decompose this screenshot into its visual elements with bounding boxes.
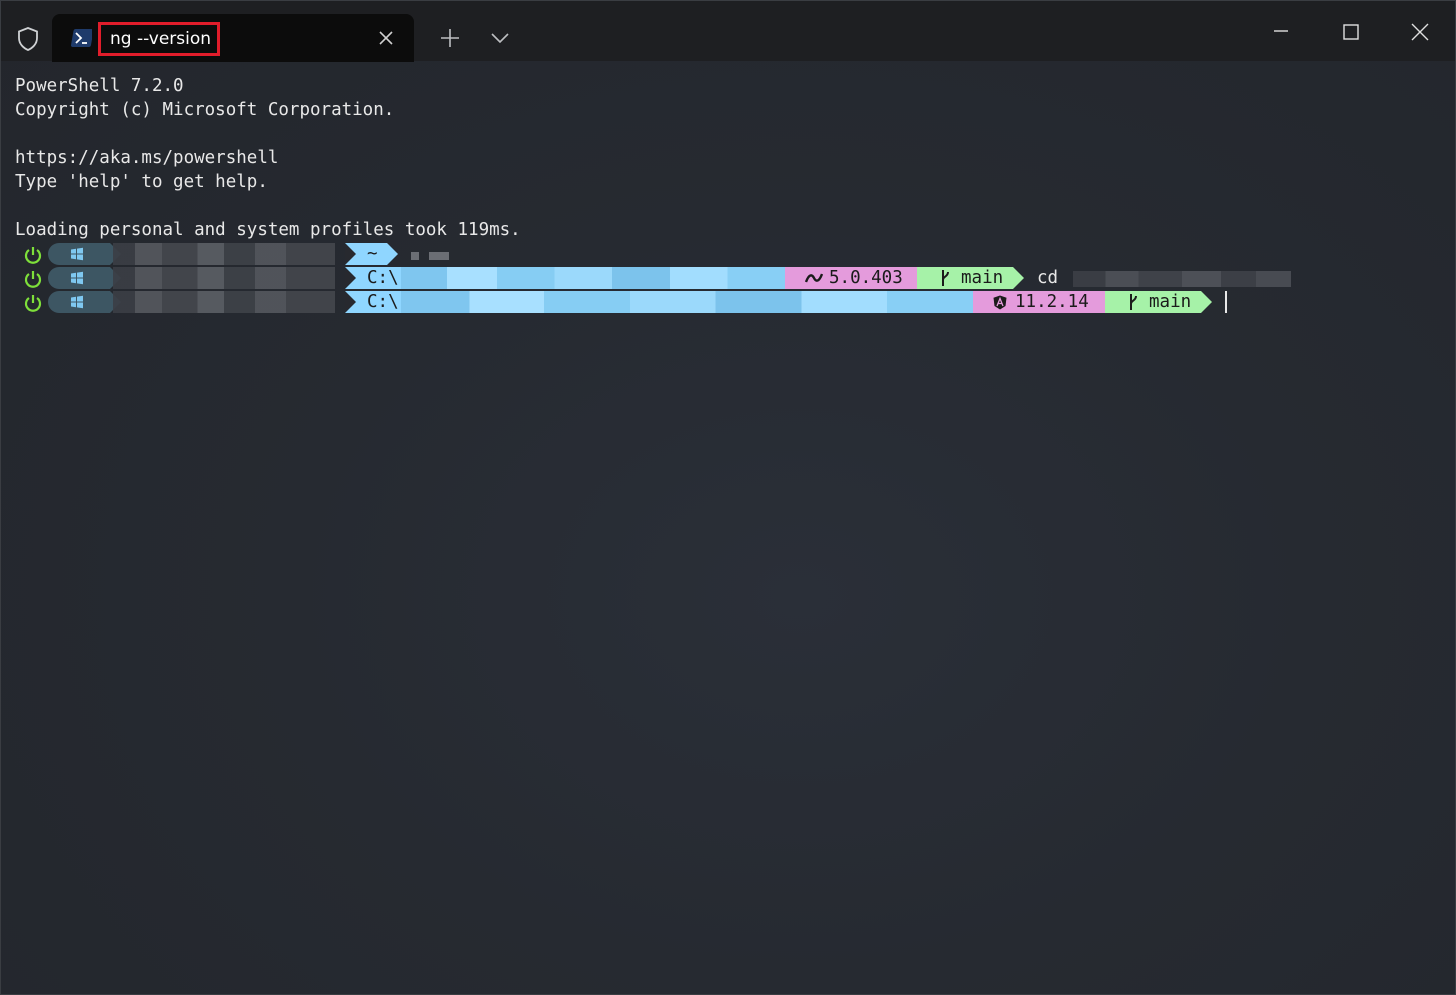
path-segment: C:\ <box>345 291 984 313</box>
git-branch-icon <box>1130 294 1137 310</box>
power-icon <box>24 247 42 264</box>
power-icon <box>24 295 42 312</box>
output-line: https://aka.ms/powershell <box>15 148 279 168</box>
path-segment: ~ <box>345 243 398 265</box>
username-redacted <box>113 243 335 265</box>
title-bar: ng --version <box>1 1 1455 62</box>
path-redacted <box>401 291 973 313</box>
maximize-icon[interactable] <box>1340 21 1362 43</box>
windows-logo-icon <box>71 271 83 285</box>
dotnet-segment: 5.0.403 <box>785 267 928 289</box>
tab-powershell[interactable]: ng --version <box>52 14 414 62</box>
dotnet-icon <box>805 273 823 283</box>
output-line: Copyright (c) Microsoft Corporation. <box>15 100 395 120</box>
command-text: cd <box>1037 268 1059 288</box>
prompt-line: C:\ 11.2.14 main <box>23 291 1323 313</box>
output-line: PowerShell 7.2.0 <box>15 76 184 96</box>
os-segment <box>48 243 121 265</box>
power-icon <box>24 271 42 288</box>
tab-title: ng --version <box>98 22 220 56</box>
terminal-window: ng --version PowerShell 7.2.0 Copyright … <box>0 0 1456 995</box>
username-redacted <box>113 267 335 289</box>
chevron-down-icon[interactable] <box>489 29 511 47</box>
powershell-icon <box>70 28 94 48</box>
os-segment <box>48 291 121 313</box>
path-segment: C:\ <box>345 267 796 289</box>
redacted-text <box>411 252 419 260</box>
windows-logo-icon <box>71 295 83 309</box>
angular-icon <box>993 295 1007 310</box>
text-cursor <box>1225 291 1227 313</box>
close-icon[interactable] <box>376 28 396 48</box>
windows-logo-icon <box>71 247 83 261</box>
prompt-line: C:\ 5.0.403 main cd <box>23 267 1323 289</box>
redacted-text <box>429 252 449 260</box>
window-close-icon[interactable] <box>1409 21 1431 43</box>
minimize-icon[interactable] <box>1269 21 1293 41</box>
plus-icon[interactable] <box>438 26 462 50</box>
output-line: Type 'help' to get help. <box>15 172 268 192</box>
angular-segment: 11.2.14 <box>973 291 1116 313</box>
os-segment <box>48 267 121 289</box>
shield-icon[interactable] <box>15 25 41 53</box>
username-redacted <box>113 291 335 313</box>
prompt-line: ~ <box>23 243 1323 265</box>
git-segment: main <box>917 267 1024 289</box>
path-redacted <box>401 267 785 289</box>
git-segment: main <box>1105 291 1212 313</box>
output-line: Loading personal and system profiles too… <box>15 220 521 240</box>
terminal-output[interactable]: PowerShell 7.2.0 Copyright (c) Microsoft… <box>15 74 1435 242</box>
command-args-redacted <box>1073 271 1291 287</box>
git-branch-icon <box>942 270 949 286</box>
